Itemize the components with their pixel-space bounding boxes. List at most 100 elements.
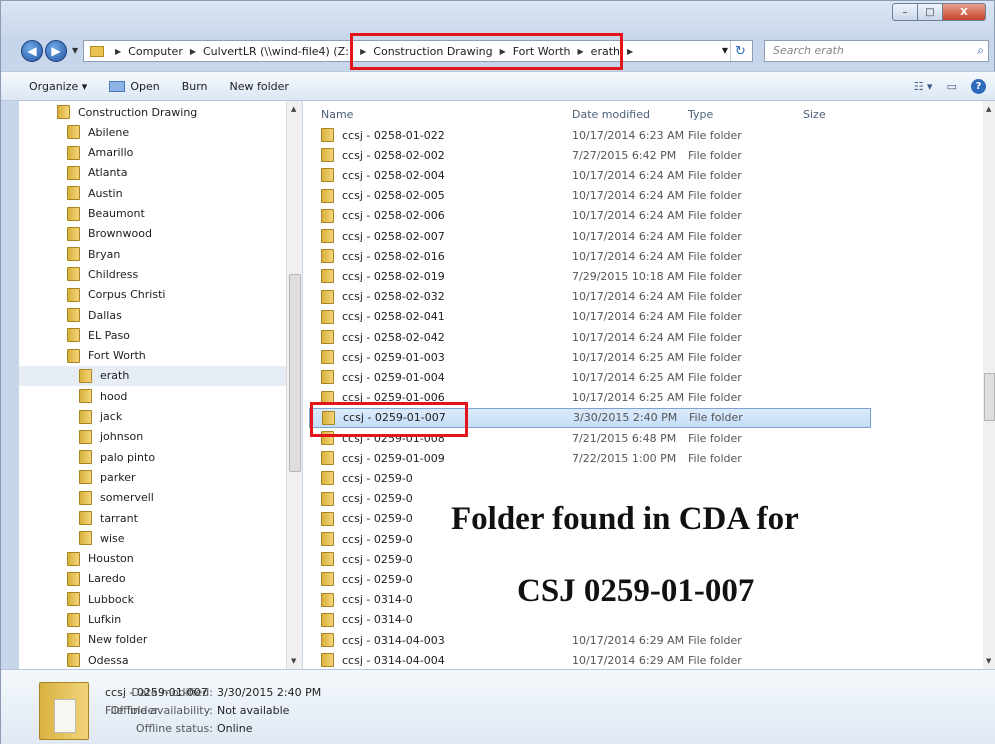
- folder-icon: [321, 289, 334, 304]
- back-arrow-icon[interactable]: ◀: [21, 40, 43, 62]
- file-row[interactable]: ccsj - 0259-0: [309, 549, 871, 569]
- nav-scrollbar[interactable]: ▲ ▼: [286, 101, 302, 669]
- folder-icon: [321, 188, 334, 203]
- file-row[interactable]: ccsj - 0259-01-003 10/17/2014 6:25 AM File…: [309, 347, 871, 367]
- folder-icon: [321, 330, 334, 344]
- forward-arrow-icon[interactable]: ▶: [45, 40, 67, 62]
- help-icon[interactable]: ?: [971, 78, 986, 94]
- file-row[interactable]: ccsj - 0314-04-004 10/17/2014 6:29 AM File…: [309, 650, 871, 669]
- column-header-type[interactable]: Type: [688, 104, 713, 124]
- nav-item[interactable]: wise: [19, 528, 286, 548]
- nav-item[interactable]: Childress: [19, 264, 286, 284]
- nav-item[interactable]: Lufkin: [19, 610, 286, 630]
- nav-item-label: Odessa: [88, 653, 129, 667]
- nav-item[interactable]: Beaumont: [19, 204, 286, 224]
- file-row[interactable]: ccsj - 0258-02-019 7/29/2015 10:18 AM File…: [309, 266, 871, 286]
- nav-item[interactable]: Atlanta: [19, 163, 286, 183]
- recent-pages-dropdown-icon[interactable]: ▼: [72, 46, 78, 55]
- file-row[interactable]: ccsj - 0258-02-006 10/17/2014 6:24 AM File…: [309, 206, 871, 226]
- nav-item[interactable]: EL Paso: [19, 325, 286, 345]
- folder-icon: [321, 229, 334, 243]
- file-row[interactable]: ccsj - 0258-01-022 10/17/2014 6:23 AM File…: [309, 125, 871, 145]
- nav-item[interactable]: Odessa: [19, 650, 286, 669]
- column-header-date[interactable]: Date modified: [572, 104, 650, 124]
- close-button[interactable]: X: [943, 3, 986, 21]
- file-scrollbar[interactable]: ▲ ▼: [983, 101, 995, 669]
- column-header-name[interactable]: Name: [321, 104, 353, 124]
- nav-item[interactable]: somervell: [19, 488, 286, 508]
- nav-scroll-thumb[interactable]: [289, 274, 301, 472]
- file-name-cell: ccsj - 0258-02-002: [321, 148, 445, 163]
- nav-item[interactable]: Bryan: [19, 244, 286, 264]
- nav-item[interactable]: Construction Drawing: [19, 102, 286, 122]
- minimize-button[interactable]: –: [892, 3, 918, 21]
- scroll-down-icon[interactable]: ▼: [986, 657, 991, 665]
- file-row[interactable]: ccsj - 0258-02-007 10/17/2014 6:24 AM File…: [309, 226, 871, 246]
- nav-item[interactable]: Corpus Christi: [19, 285, 286, 305]
- nav-item[interactable]: Houston: [19, 549, 286, 569]
- nav-item[interactable]: Fort Worth: [19, 346, 286, 366]
- nav-item[interactable]: tarrant: [19, 508, 286, 528]
- nav-item[interactable]: hood: [19, 386, 286, 406]
- file-scroll-thumb[interactable]: [984, 373, 995, 421]
- nav-item[interactable]: johnson: [19, 427, 286, 447]
- file-type: File folder: [689, 411, 743, 425]
- chevron-right-icon[interactable]: ▶: [115, 47, 121, 56]
- refresh-icon[interactable]: ↻: [730, 41, 750, 61]
- column-header-size[interactable]: Size: [803, 104, 826, 124]
- file-name-cell: ccsj - 0259-01-003: [321, 350, 445, 365]
- nav-item[interactable]: jack: [19, 407, 286, 427]
- open-button[interactable]: Open: [109, 80, 160, 93]
- search-icon[interactable]: ⌕: [977, 43, 984, 58]
- maximize-button[interactable]: □: [918, 3, 943, 21]
- nav-item[interactable]: Lubbock: [19, 589, 286, 609]
- nav-item[interactable]: palo pinto: [19, 447, 286, 467]
- nav-item[interactable]: Abilene: [19, 122, 286, 142]
- address-dropdown-icon[interactable]: ▼: [722, 46, 728, 55]
- file-row[interactable]: ccsj - 0259-01-004 10/17/2014 6:25 AM File…: [309, 367, 871, 387]
- file-row[interactable]: ccsj - 0259-0: [309, 468, 871, 488]
- file-row[interactable]: ccsj - 0258-02-005 10/17/2014 6:24 AM File…: [309, 186, 871, 206]
- nav-item[interactable]: Brownwood: [19, 224, 286, 244]
- search-input[interactable]: Search erath ⌕: [764, 40, 989, 62]
- file-row[interactable]: ccsj - 0258-02-004 10/17/2014 6:24 AM File…: [309, 165, 871, 185]
- file-row[interactable]: ccsj - 0258-02-016 10/17/2014 6:24 AM File…: [309, 246, 871, 266]
- file-name: ccsj - 0314-04-004: [342, 653, 445, 667]
- file-name: ccsj - 0314-04-003: [342, 633, 445, 647]
- chevron-right-icon[interactable]: ▶: [190, 47, 196, 56]
- nav-item[interactable]: Dallas: [19, 305, 286, 325]
- scroll-up-icon[interactable]: ▲: [986, 105, 991, 113]
- file-date: 10/17/2014 6:23 AM: [572, 128, 685, 142]
- file-row[interactable]: ccsj - 0258-02-041 10/17/2014 6:24 AM File…: [309, 307, 871, 327]
- scroll-down-icon[interactable]: ▼: [291, 657, 296, 665]
- file-row[interactable]: ccsj - 0258-02-032 10/17/2014 6:24 AM File…: [309, 287, 871, 307]
- nav-item[interactable]: Laredo: [19, 569, 286, 589]
- preview-pane-icon[interactable]: ▭: [947, 80, 957, 93]
- folder-icon: [321, 309, 334, 324]
- folder-icon: [67, 287, 80, 302]
- folder-icon: [79, 470, 92, 485]
- breadcrumb-drive[interactable]: CulvertLR (\\wind-file4) (Z:): [203, 45, 353, 58]
- chevron-right-icon[interactable]: ▶: [627, 47, 633, 56]
- nav-item[interactable]: erath: [19, 365, 286, 386]
- file-name: ccsj - 0258-02-006: [342, 209, 445, 223]
- organize-button[interactable]: Organize ▾: [29, 80, 87, 93]
- change-view-icon[interactable]: ☷ ▾: [914, 80, 933, 93]
- nav-item[interactable]: parker: [19, 467, 286, 487]
- file-date: 10/17/2014 6:29 AM: [572, 653, 685, 667]
- folder-icon: [67, 653, 80, 668]
- file-row[interactable]: ccsj - 0314-0: [309, 610, 871, 630]
- new-folder-button[interactable]: New folder: [230, 80, 289, 93]
- file-row[interactable]: ccsj - 0258-02-002 7/27/2015 6:42 PM File …: [309, 145, 871, 165]
- file-row[interactable]: ccsj - 0314-04-003 10/17/2014 6:29 AM File…: [309, 630, 871, 650]
- folder-icon: [321, 653, 334, 668]
- burn-button[interactable]: Burn: [182, 80, 208, 93]
- nav-item[interactable]: Austin: [19, 183, 286, 203]
- file-row[interactable]: ccsj - 0258-02-042 10/17/2014 6:24 AM File…: [309, 327, 871, 347]
- file-row[interactable]: ccsj - 0259-01-009 7/22/2015 1:00 PM File …: [309, 448, 871, 468]
- file-name-cell: ccsj - 0258-02-016: [321, 249, 445, 264]
- breadcrumb-computer[interactable]: Computer: [128, 45, 183, 58]
- nav-item[interactable]: Amarillo: [19, 143, 286, 163]
- nav-item[interactable]: New folder: [19, 630, 286, 650]
- scroll-up-icon[interactable]: ▲: [291, 105, 296, 113]
